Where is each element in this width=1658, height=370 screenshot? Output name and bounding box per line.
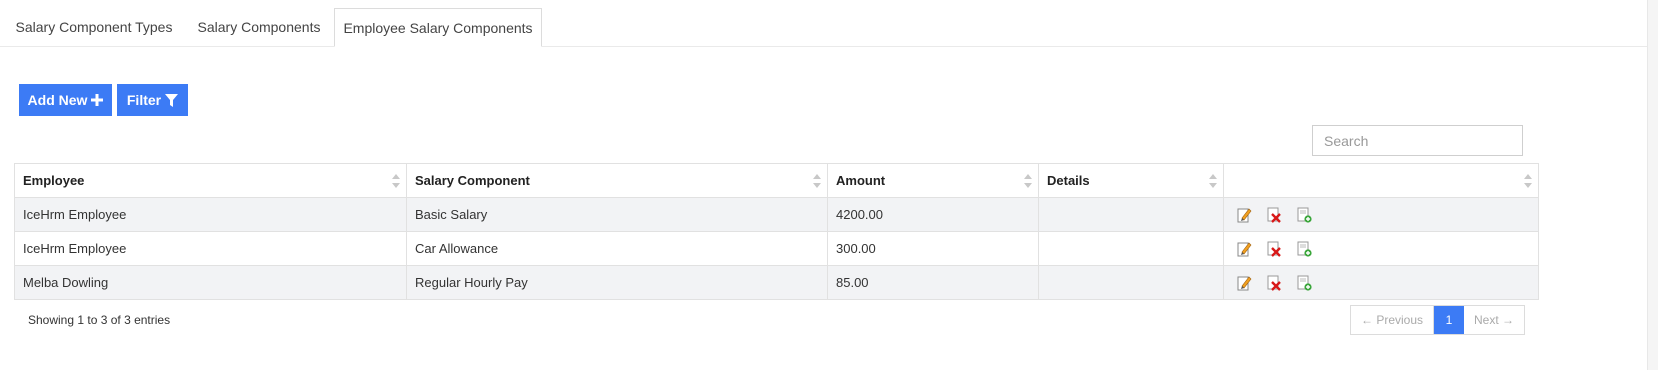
column-header-details[interactable]: Details bbox=[1038, 163, 1224, 198]
amount-cell: 4200.00 bbox=[827, 197, 1039, 232]
salary-component-cell: Basic Salary bbox=[406, 197, 828, 232]
actions-cell bbox=[1223, 265, 1539, 300]
sort-icon bbox=[813, 174, 821, 188]
delete-icon[interactable] bbox=[1266, 275, 1282, 291]
copy-icon[interactable] bbox=[1296, 275, 1312, 291]
actions-cell bbox=[1223, 197, 1539, 232]
edit-icon[interactable] bbox=[1236, 207, 1252, 223]
page-1-button[interactable]: 1 bbox=[1434, 306, 1464, 334]
column-header-actions[interactable] bbox=[1223, 163, 1539, 198]
tab-employee-salary-components[interactable]: Employee Salary Components bbox=[334, 8, 542, 47]
sort-icon bbox=[1024, 174, 1032, 188]
employee-cell: IceHrm Employee bbox=[14, 231, 407, 266]
tab-salary-component-types[interactable]: Salary Component Types bbox=[8, 8, 180, 46]
copy-icon[interactable] bbox=[1296, 207, 1312, 223]
salary-component-cell: Regular Hourly Pay bbox=[406, 265, 828, 300]
table-header-row: Employee Salary Component Amount Details bbox=[14, 163, 1539, 198]
details-cell bbox=[1038, 231, 1224, 266]
add-new-button[interactable]: Add New bbox=[19, 84, 112, 116]
delete-icon[interactable] bbox=[1266, 241, 1282, 257]
column-header-amount[interactable]: Amount bbox=[827, 163, 1039, 198]
column-label: Amount bbox=[836, 173, 886, 188]
details-cell bbox=[1038, 197, 1224, 232]
copy-icon[interactable] bbox=[1296, 241, 1312, 257]
previous-page-button[interactable]: ← Previous bbox=[1351, 306, 1434, 334]
amount-cell: 300.00 bbox=[827, 231, 1039, 266]
column-label: Salary Component bbox=[415, 173, 530, 188]
amount-cell: 85.00 bbox=[827, 265, 1039, 300]
add-new-label: Add New bbox=[27, 92, 88, 108]
actions-cell bbox=[1223, 231, 1539, 266]
sort-icon bbox=[1209, 174, 1217, 188]
filter-button[interactable]: Filter bbox=[117, 84, 188, 116]
column-header-salary-component[interactable]: Salary Component bbox=[406, 163, 828, 198]
edit-icon[interactable] bbox=[1236, 241, 1252, 257]
sort-icon bbox=[392, 174, 400, 188]
funnel-icon bbox=[165, 93, 179, 107]
table-row: IceHrm Employee Car Allowance 300.00 bbox=[14, 231, 1539, 266]
pagination: ← Previous 1 Next → bbox=[1350, 305, 1525, 335]
sort-icon bbox=[1524, 174, 1532, 188]
column-header-employee[interactable]: Employee bbox=[14, 163, 407, 198]
details-cell bbox=[1038, 265, 1224, 300]
plus-icon bbox=[91, 94, 104, 106]
employee-cell: Melba Dowling bbox=[14, 265, 407, 300]
table-row: Melba Dowling Regular Hourly Pay 85.00 bbox=[14, 265, 1539, 300]
column-label: Details bbox=[1047, 173, 1090, 188]
edit-icon[interactable] bbox=[1236, 275, 1252, 291]
employee-cell: IceHrm Employee bbox=[14, 197, 407, 232]
tab-bar: Salary Component Types Salary Components… bbox=[0, 0, 1658, 47]
salary-components-table: Employee Salary Component Amount Details bbox=[14, 163, 1539, 300]
table-row: IceHrm Employee Basic Salary 4200.00 bbox=[14, 197, 1539, 232]
table-info: Showing 1 to 3 of 3 entries bbox=[28, 313, 171, 327]
filter-label: Filter bbox=[126, 92, 162, 108]
column-label: Employee bbox=[23, 173, 85, 188]
delete-icon[interactable] bbox=[1266, 207, 1282, 223]
next-page-button[interactable]: Next → bbox=[1464, 306, 1524, 334]
search-input[interactable] bbox=[1312, 125, 1523, 156]
tab-salary-components[interactable]: Salary Components bbox=[188, 8, 330, 46]
salary-component-cell: Car Allowance bbox=[406, 231, 828, 266]
page-scrollbar[interactable] bbox=[1647, 0, 1658, 370]
